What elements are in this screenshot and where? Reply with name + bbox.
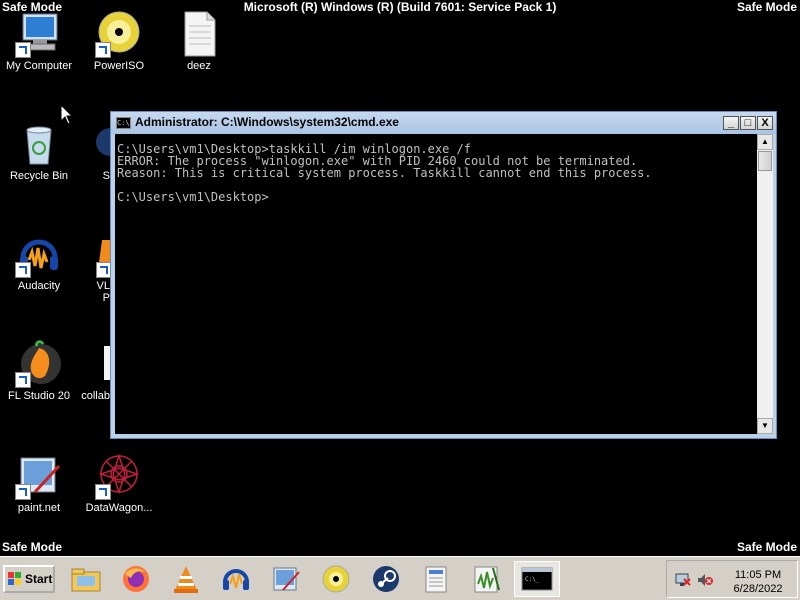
shortcut-arrow-icon — [95, 484, 111, 500]
desktop-icon-label: deez — [187, 60, 211, 72]
cmd-title-bar[interactable]: C:\ Administrator: C:\Windows\system32\c… — [111, 112, 776, 134]
cmd-window[interactable]: C:\ Administrator: C:\Windows\system32\c… — [110, 111, 777, 439]
maximize-button[interactable]: □ — [740, 116, 756, 130]
paint-net-icon — [273, 567, 300, 591]
shortcut-arrow-icon — [95, 42, 111, 58]
taskbar-audacity[interactable] — [218, 561, 254, 597]
desktop-icon-label: FL Studio 20 — [8, 390, 70, 402]
desktop-icon-label: My Computer — [5, 60, 73, 72]
desktop-icon-deez[interactable]: deez — [162, 10, 236, 72]
desktop-icon-my-computer[interactable]: My Computer — [2, 10, 76, 72]
taskbar-cmd-active[interactable]: C:\_ — [514, 561, 560, 597]
taskbar-file-explorer[interactable] — [68, 561, 104, 597]
taskbar-poweriso[interactable] — [318, 561, 354, 597]
taskbar-firefox[interactable] — [118, 561, 154, 597]
svg-text:C:\_: C:\_ — [525, 576, 540, 583]
desktop-icon-vlc-partial[interactable]: VL P — [80, 230, 112, 304]
desktop-icon-label: S — [102, 170, 110, 182]
network-icon[interactable] — [675, 573, 691, 587]
scroll-down-button[interactable]: ▼ — [757, 418, 773, 434]
firefox-icon — [123, 566, 149, 592]
shortcut-arrow-icon — [15, 372, 31, 388]
start-label: Start — [25, 572, 53, 586]
minimize-button[interactable]: _ — [723, 116, 739, 130]
audio-editor-icon — [474, 566, 500, 593]
fl-studio-icon — [15, 340, 63, 388]
audacity-icon — [223, 569, 249, 590]
scroll-up-button[interactable]: ▲ — [757, 134, 773, 150]
document-icon — [78, 340, 110, 388]
computer-icon — [15, 10, 63, 58]
desktop-icon-label: PowerISO — [93, 60, 145, 72]
console-output[interactable]: C:\Users\vm1\Desktop>taskkill /im winlog… — [115, 134, 757, 434]
desktop-icon-label: paint.net — [17, 502, 61, 514]
cmd-window-icon: C:\ — [116, 117, 131, 129]
desktop-icon-steam-partial[interactable]: S — [70, 120, 124, 182]
desktop-icon-label: Audacity — [17, 280, 61, 292]
file-explorer-icon — [71, 568, 101, 592]
clock[interactable]: 11:05 PM 6/28/2022 — [719, 568, 797, 596]
vlc-icon — [80, 230, 112, 278]
clock-date: 6/28/2022 — [733, 583, 783, 595]
poweriso-icon — [322, 565, 350, 593]
desktop-icon-recycle-bin[interactable]: Recycle Bin — [2, 120, 76, 182]
shortcut-arrow-icon — [15, 42, 31, 58]
taskbar-paint-net[interactable] — [268, 561, 304, 597]
desktop-icon-label: Recycle Bin — [9, 170, 69, 182]
desktop-icon-audacity[interactable]: Audacity — [2, 230, 76, 292]
document-viewer-icon — [425, 566, 447, 593]
document-icon — [175, 10, 223, 58]
desktop-icon-fl-studio[interactable]: FL Studio 20 — [2, 340, 76, 402]
shortcut-arrow-icon — [15, 484, 31, 500]
desktop-icon-label: collab — [81, 390, 110, 402]
scroll-thumb[interactable] — [758, 151, 772, 171]
close-button[interactable]: X — [757, 116, 773, 130]
start-button[interactable]: Start — [3, 565, 55, 593]
taskbar: Start C:\_ 11:05 PM 6/28/2022 — [0, 556, 800, 600]
cmd-window-title: Administrator: C:\Windows\system32\cmd.e… — [135, 115, 399, 129]
volume-muted-icon[interactable] — [697, 573, 713, 587]
mouse-cursor-icon — [60, 104, 74, 125]
desktop-icon-label-line-2: P — [102, 292, 110, 304]
datawagon-icon — [95, 452, 143, 500]
vlc-icon — [174, 566, 198, 593]
desktop-icon-poweriso[interactable]: PowerISO — [82, 10, 156, 72]
taskbar-steam[interactable] — [368, 561, 404, 597]
safe-mode-label-bottom-left: Safe Mode — [2, 540, 63, 554]
cmd-icon: C:\_ — [521, 567, 553, 591]
taskbar-document-viewer[interactable] — [418, 561, 454, 597]
shortcut-arrow-icon — [15, 262, 31, 278]
audacity-icon — [15, 230, 63, 278]
desktop-icon-collab-partial[interactable]: collab — [78, 340, 110, 402]
vertical-scrollbar[interactable]: ▲ ▼ — [757, 134, 773, 434]
taskbar-audio-editor[interactable] — [468, 561, 504, 597]
clock-time: 11:05 PM — [734, 569, 782, 581]
safe-mode-label-bottom-right: Safe Mode — [736, 540, 797, 554]
desktop-icon-label: DataWagon... — [85, 502, 153, 514]
steam-icon — [70, 120, 124, 168]
desktop-icon-datawagon[interactable]: DataWagon... — [82, 452, 156, 514]
system-tray: 11:05 PM 6/28/2022 — [666, 560, 798, 598]
desktop-icon-label: VL — [96, 280, 110, 292]
steam-icon — [373, 566, 399, 592]
recycle-bin-icon — [15, 120, 63, 168]
disc-icon — [95, 10, 143, 58]
windows-flag-icon — [8, 572, 21, 585]
paint-net-icon — [15, 452, 63, 500]
taskbar-vlc[interactable] — [168, 561, 204, 597]
desktop-icon-paint-net[interactable]: paint.net — [2, 452, 76, 514]
